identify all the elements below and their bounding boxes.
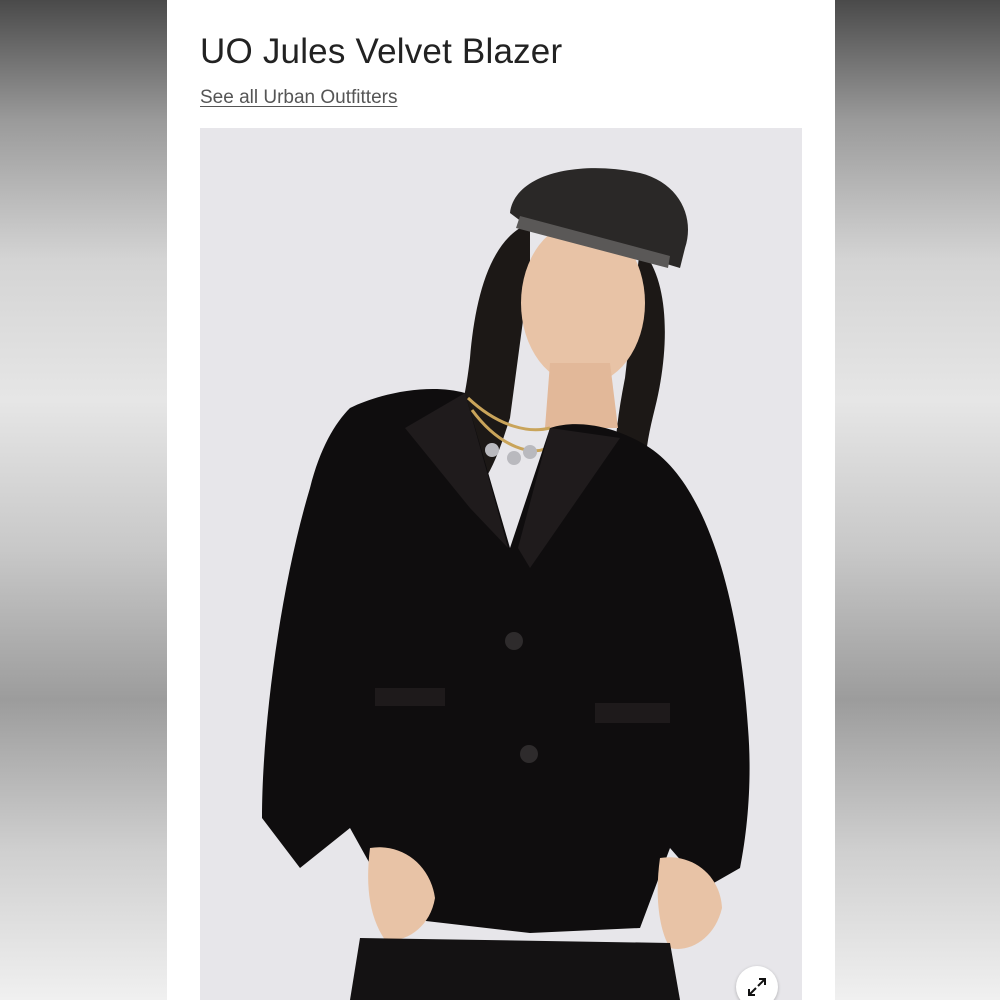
screenshot-frame: UO Jules Velvet Blazer See all Urban Out… [0, 0, 1000, 1000]
expand-icon [748, 978, 766, 996]
product-card: UO Jules Velvet Blazer See all Urban Out… [167, 0, 835, 1000]
right-blurred-backdrop [835, 0, 1000, 1000]
see-all-brand-link[interactable]: See all Urban Outfitters [200, 86, 397, 110]
expand-image-button[interactable] [736, 966, 778, 1000]
product-photo-illustration [200, 128, 802, 1000]
product-photo[interactable] [200, 128, 802, 1000]
product-title: UO Jules Velvet Blazer [200, 32, 563, 71]
left-blurred-backdrop [0, 0, 167, 1000]
